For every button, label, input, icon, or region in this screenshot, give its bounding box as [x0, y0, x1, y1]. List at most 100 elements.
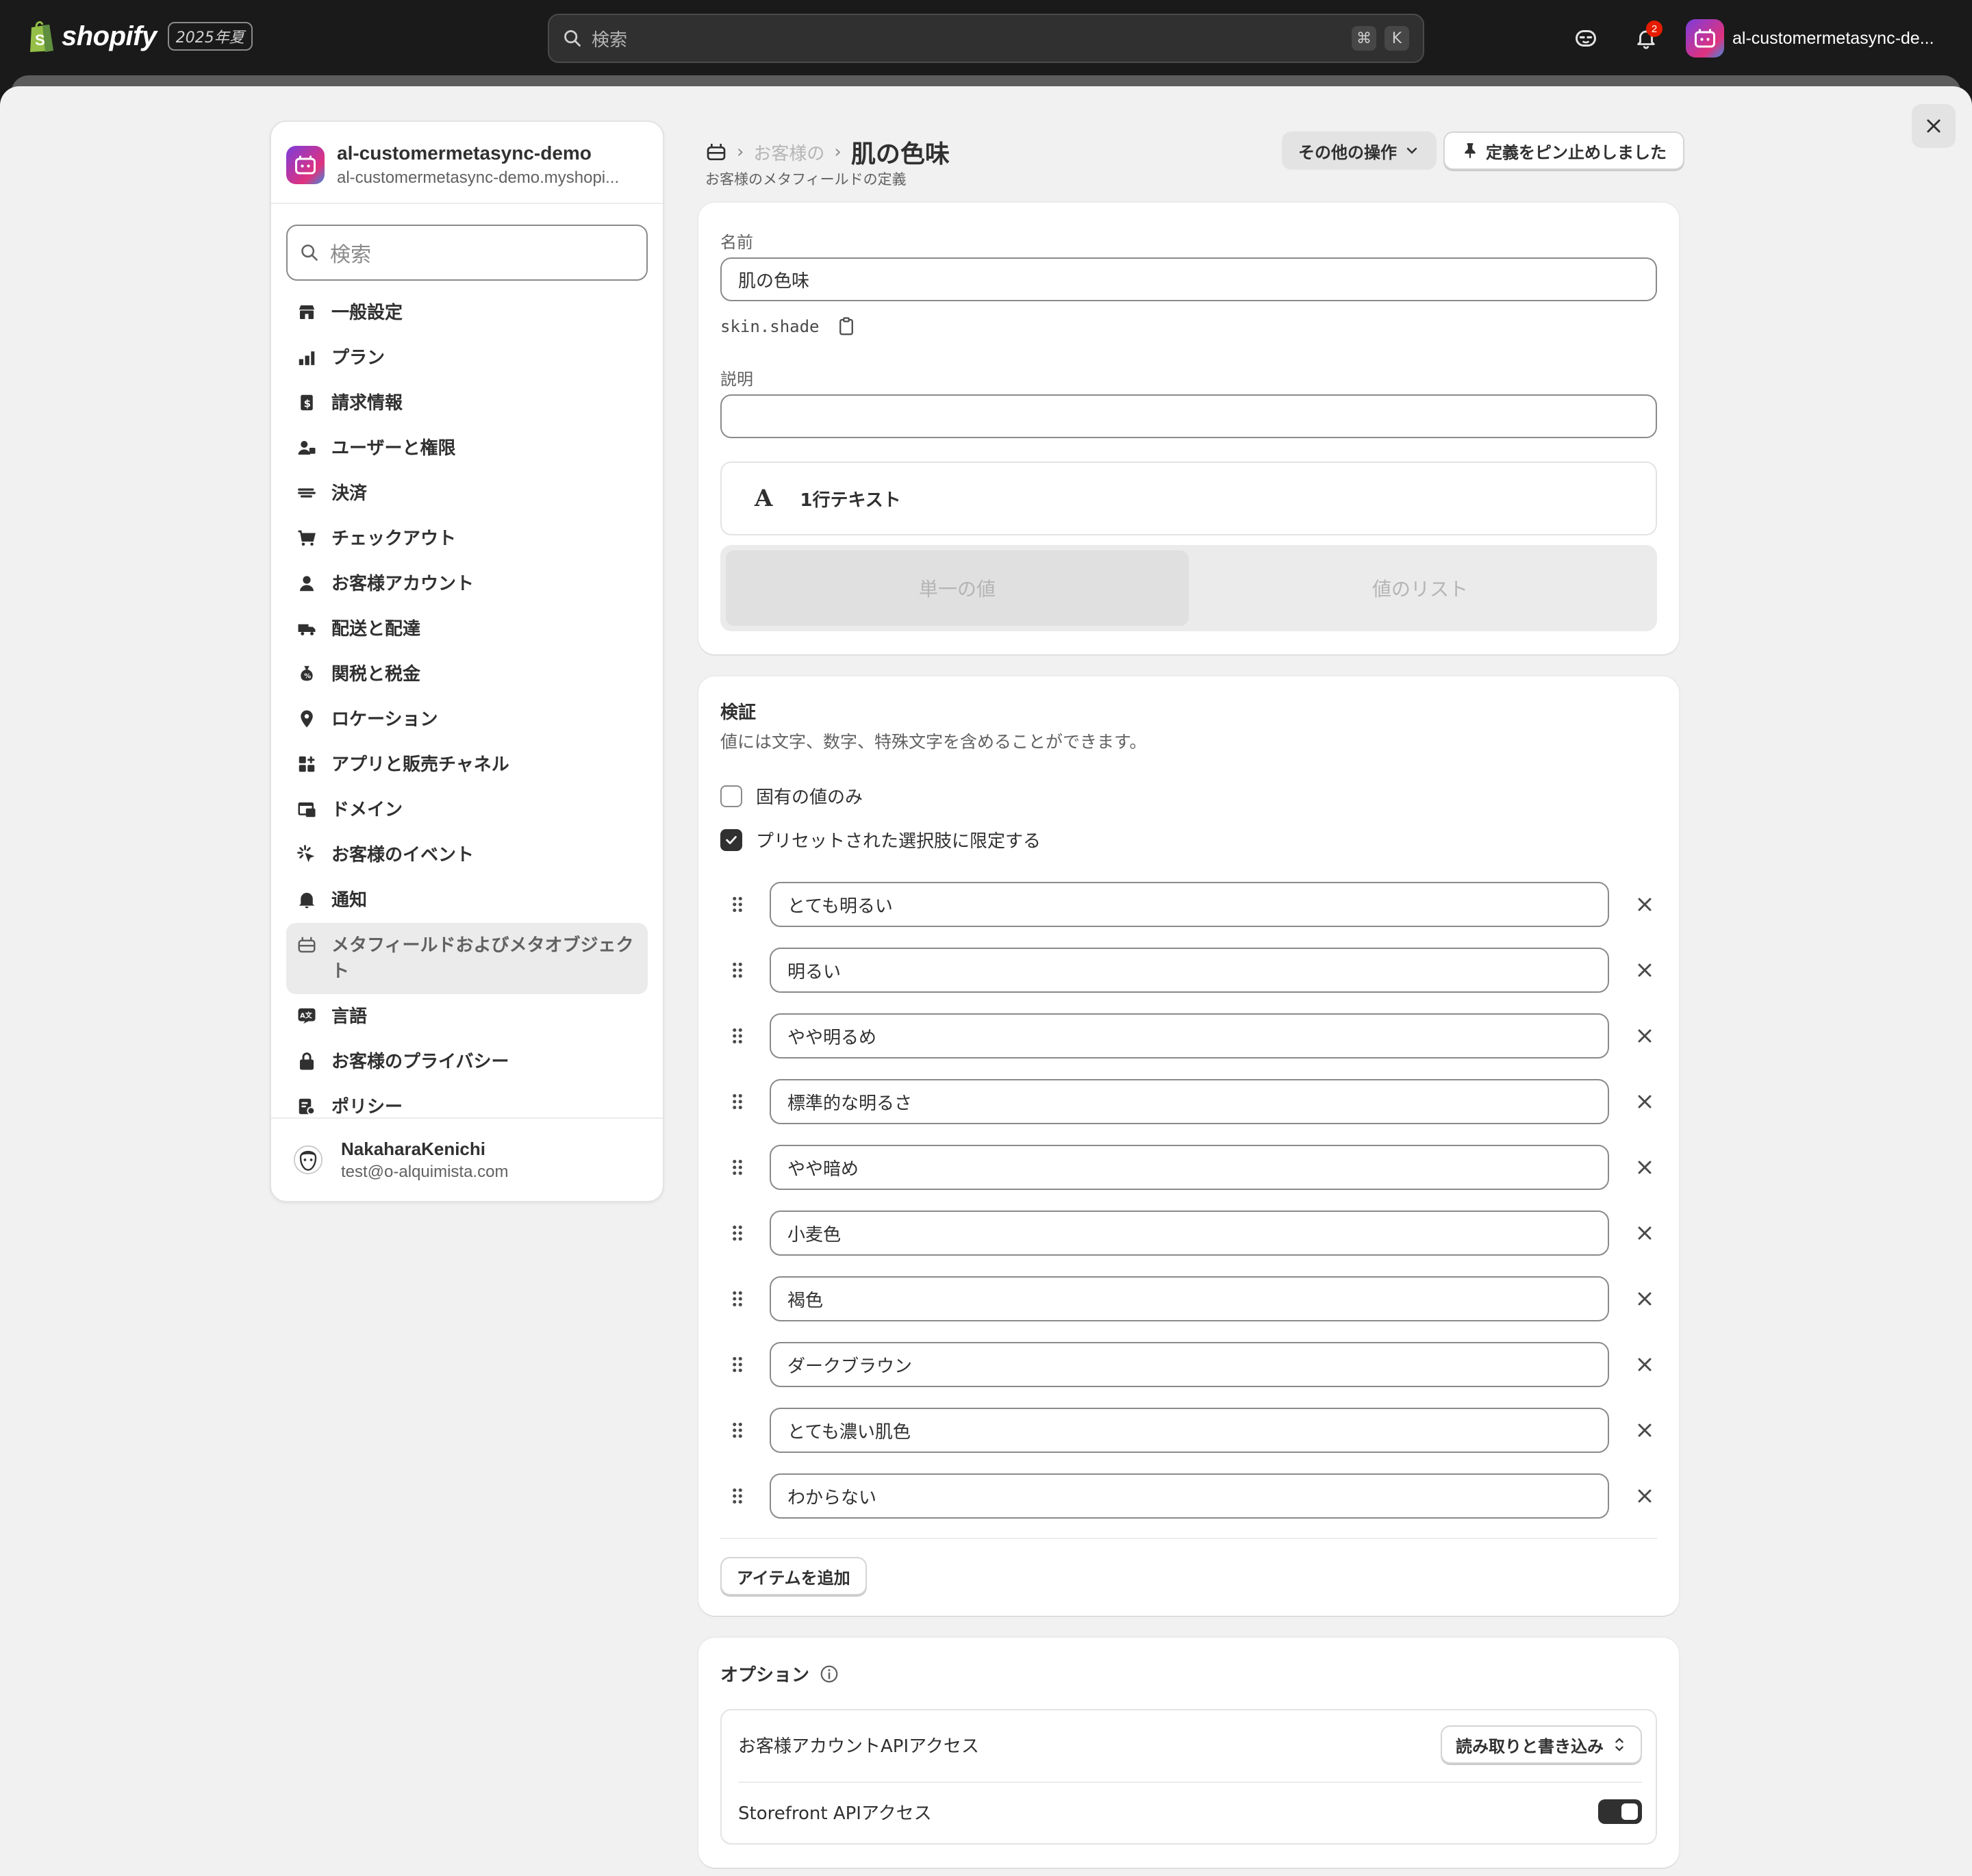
drag-handle-icon[interactable] — [726, 1156, 749, 1179]
user-profile[interactable]: NakaharaKenichi test@o-alquimista.com — [271, 1117, 663, 1201]
customer-account-api-label: お客様アカウントAPIアクセス — [738, 1736, 979, 1757]
store-avatar — [1686, 19, 1724, 58]
remove-choice-icon[interactable] — [1634, 1485, 1656, 1507]
choice-value: とても濃い肌色 — [787, 1421, 911, 1443]
store-switcher[interactable]: al-customermetasync-de... — [1686, 19, 1934, 58]
info-icon[interactable] — [819, 1664, 839, 1684]
choice-input[interactable]: 褐色 — [770, 1276, 1609, 1321]
api-access-select[interactable]: 読み取りと書き込み — [1441, 1725, 1642, 1764]
storefront-api-toggle[interactable] — [1598, 1799, 1642, 1824]
close-settings-button[interactable] — [1912, 104, 1956, 148]
choice-value: わからない — [787, 1487, 877, 1508]
global-search-input[interactable]: 検索 ⌘ K — [548, 14, 1424, 63]
choice-input[interactable]: 標準的な明るさ — [770, 1079, 1609, 1124]
choice-input[interactable]: 小麦色 — [770, 1210, 1609, 1256]
svg-text:$: $ — [304, 397, 311, 409]
remove-choice-icon[interactable] — [1634, 893, 1656, 915]
preset-choices-checkbox-row[interactable]: プリセットされた選択肢に限定する — [720, 827, 1041, 852]
choice-input[interactable]: やや暗め — [770, 1145, 1609, 1190]
choice-input[interactable]: とても明るい — [770, 882, 1609, 927]
sidebar-item-plan[interactable]: プラン — [286, 335, 648, 381]
sidebar-item-locations[interactable]: ロケーション — [286, 697, 648, 742]
options-header: オプション — [720, 1661, 839, 1686]
user-name: NakaharaKenichi — [341, 1138, 485, 1159]
lock-icon — [294, 1049, 319, 1074]
sidebar-item-customer-events[interactable]: お客様のイベント — [286, 833, 648, 878]
sidebar-item-privacy[interactable]: お客様のプライバシー — [286, 1039, 648, 1085]
sidebar-item-customer-accounts[interactable]: お客様アカウント — [286, 561, 648, 607]
unique-values-checkbox-row[interactable]: 固有の値のみ — [720, 783, 863, 809]
drag-handle-icon[interactable] — [726, 1353, 749, 1376]
remove-choice-icon[interactable] — [1634, 1419, 1656, 1441]
sidebar-item-shipping[interactable]: 配送と配達 — [286, 607, 648, 652]
drag-handle-icon[interactable] — [726, 1419, 749, 1442]
description-input[interactable] — [720, 394, 1657, 438]
drag-handle-icon[interactable] — [726, 959, 749, 982]
clipboard-icon[interactable] — [836, 316, 857, 337]
drag-handle-icon[interactable] — [726, 1287, 749, 1310]
drag-handle-icon[interactable] — [726, 1484, 749, 1508]
remove-choice-icon[interactable] — [1634, 1222, 1656, 1244]
api-access-value: 読み取りと書き込み — [1456, 1736, 1604, 1756]
sidebar-item-languages[interactable]: A文 言語 — [286, 994, 648, 1039]
settings-search-input[interactable]: 検索 — [286, 225, 648, 281]
sidebar-item-general[interactable]: 一般設定 — [286, 290, 648, 335]
list-of-values-option[interactable]: 値のリスト — [1189, 550, 1652, 626]
store-name: al-customermetasync-de... — [1732, 28, 1934, 48]
sidebar-item-metafields[interactable]: メタフィールドおよびメタオブジェクト — [286, 923, 648, 994]
choice-row: 小麦色 — [720, 1210, 1657, 1256]
sidekick-button[interactable] — [1569, 22, 1602, 55]
add-item-button[interactable]: アイテムを追加 — [720, 1557, 867, 1595]
drag-handle-icon[interactable] — [726, 1090, 749, 1113]
breadcrumb-parent-link[interactable]: お客様の — [753, 140, 824, 165]
sidebar-item-notifications[interactable]: 通知 — [286, 878, 648, 923]
select-arrows-icon — [1615, 1738, 1623, 1751]
more-actions-button[interactable]: その他の操作 — [1282, 131, 1437, 170]
checkmark-icon — [726, 835, 737, 844]
sidebar-item-checkout[interactable]: チェックアウト — [286, 516, 648, 561]
sidebar-item-billing[interactable]: $ 請求情報 — [286, 381, 648, 426]
choice-row: 褐色 — [720, 1276, 1657, 1321]
drag-handle-icon[interactable] — [726, 1024, 749, 1048]
single-value-option[interactable]: 単一の値 — [726, 550, 1189, 626]
customer-account-api-row: お客様アカウントAPIアクセス 読み取りと書き込み — [738, 1725, 1642, 1764]
person-icon — [294, 571, 319, 596]
content-type-selector[interactable]: A 1行テキスト — [720, 461, 1657, 535]
choice-input[interactable]: わからない — [770, 1473, 1609, 1519]
sidebar-item-apps[interactable]: アプリと販売チャネル — [286, 742, 648, 787]
metafields-icon[interactable] — [705, 141, 727, 163]
domain-icon — [294, 797, 319, 822]
notifications-button[interactable]: 2 — [1630, 21, 1663, 55]
sidebar-item-domains[interactable]: ドメイン — [286, 787, 648, 833]
choice-row: とても明るい — [720, 882, 1657, 927]
remove-choice-icon[interactable] — [1634, 1288, 1656, 1310]
choice-input[interactable]: とても濃い肌色 — [770, 1408, 1609, 1453]
shopify-logo[interactable]: S shopify 2025年夏 — [27, 19, 253, 53]
bell-icon — [294, 887, 319, 912]
remove-choice-icon[interactable] — [1634, 1156, 1656, 1178]
choice-input[interactable]: ダークブラウン — [770, 1342, 1609, 1387]
store-header: al-customermetasync-demo al-customermeta… — [271, 122, 663, 204]
namespace-key-row: skin.shade — [720, 316, 857, 337]
remove-choice-icon[interactable] — [1634, 1354, 1656, 1376]
drag-handle-icon[interactable] — [726, 893, 749, 916]
divider — [738, 1782, 1642, 1783]
truck-icon — [294, 616, 319, 641]
choice-input[interactable]: 明るい — [770, 948, 1609, 993]
sidebar-item-payments[interactable]: 決済 — [286, 471, 648, 516]
name-label: 名前 — [720, 233, 753, 252]
remove-choice-icon[interactable] — [1634, 1091, 1656, 1113]
choice-value: やや暗め — [787, 1158, 859, 1180]
remove-choice-icon[interactable] — [1634, 959, 1656, 981]
remove-choice-icon[interactable] — [1634, 1025, 1656, 1047]
sidebar-item-users[interactable]: ユーザーと権限 — [286, 426, 648, 471]
pin-definition-button[interactable]: 定義をピン止めしました — [1443, 131, 1684, 170]
choice-input[interactable]: やや明るめ — [770, 1013, 1609, 1059]
choice-row: 標準的な明るさ — [720, 1079, 1657, 1124]
preset-choices-checkbox[interactable] — [720, 828, 742, 851]
definition-card: 名前 肌の色味 skin.shade 説明 A 1行テキスト 単一の値 値のリス… — [698, 203, 1679, 655]
name-input[interactable]: 肌の色味 — [720, 257, 1657, 301]
unique-values-checkbox[interactable] — [720, 785, 742, 807]
sidebar-item-taxes[interactable]: % 関税と税金 — [286, 652, 648, 697]
drag-handle-icon[interactable] — [726, 1221, 749, 1245]
